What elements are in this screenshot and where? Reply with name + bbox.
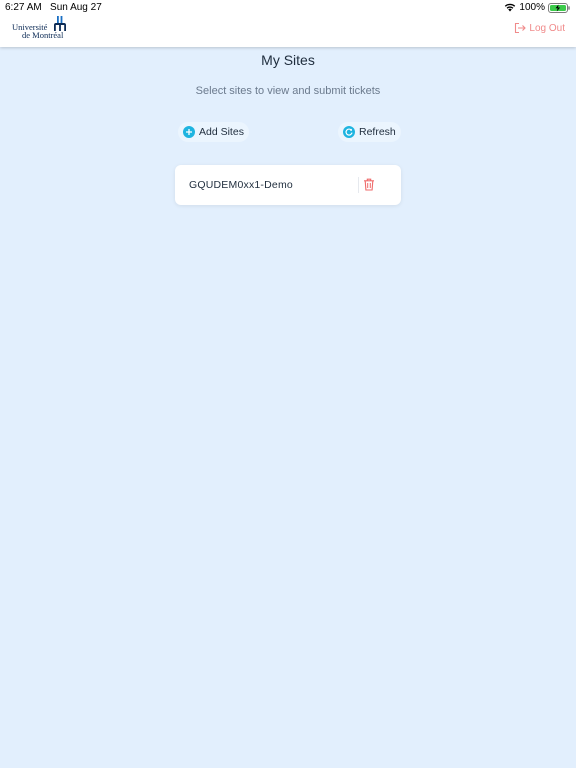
plus-circle-icon: [183, 126, 195, 138]
site-name: GQUDEM0xx1-Demo: [189, 179, 293, 191]
status-time: 6:27 AM: [5, 2, 42, 13]
battery-charging-icon: [548, 2, 570, 13]
logout-label: Log Out: [529, 22, 565, 34]
add-sites-button[interactable]: Add Sites: [178, 122, 249, 142]
wifi-icon: [504, 3, 516, 12]
refresh-button[interactable]: Refresh: [338, 122, 401, 142]
status-bar-right: 100%: [504, 2, 570, 13]
battery-percent: 100%: [519, 2, 545, 13]
site-card[interactable]: GQUDEM0xx1-Demo: [175, 165, 401, 205]
delete-site-button[interactable]: [363, 178, 375, 196]
card-divider: [358, 177, 359, 193]
logo-text-line2: de Montréal: [22, 30, 64, 40]
logout-button[interactable]: Log Out: [514, 22, 565, 34]
logo-mark-icon: [54, 16, 66, 31]
page-title: My Sites: [261, 52, 315, 68]
refresh-label: Refresh: [359, 126, 396, 138]
status-date: Sun Aug 27: [50, 2, 102, 13]
add-sites-label: Add Sites: [199, 126, 244, 138]
logout-icon: [515, 22, 527, 34]
universite-de-montreal-logo: Université de Montréal: [12, 16, 72, 40]
refresh-icon: [343, 126, 355, 138]
page-subtitle: Select sites to view and submit tickets: [195, 85, 381, 97]
status-bar-time: 6:27 AM Sun Aug 27: [5, 2, 102, 13]
trash-icon: [364, 178, 374, 191]
top-bar: 6:27 AM Sun Aug 27 100% Université de Mo…: [0, 0, 576, 47]
